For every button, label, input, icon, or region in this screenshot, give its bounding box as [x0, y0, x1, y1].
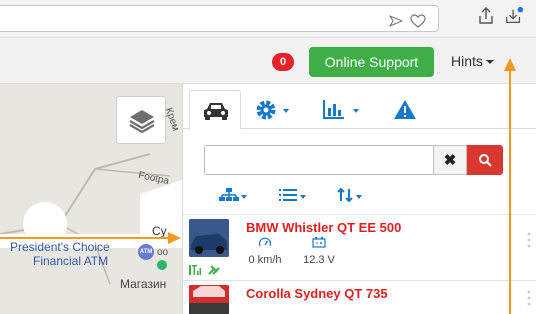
search-icon — [479, 154, 492, 167]
browser-toolbar — [0, 0, 536, 38]
bar-chart-icon — [323, 100, 344, 119]
clear-search-button[interactable]: ✖ — [434, 145, 467, 175]
download-icon[interactable] — [504, 5, 524, 27]
vehicle-list-item[interactable]: BMW Whistler QT EE 500 0 km/h 12.3 V — [183, 214, 536, 280]
poi-prefix: Cy — [152, 224, 167, 238]
speedometer-icon — [258, 237, 272, 247]
address-bar[interactable] — [0, 5, 439, 32]
layers-icon — [129, 110, 155, 134]
speed-stat: 0 km/h — [243, 235, 287, 266]
annotation-arrowhead-icon — [168, 232, 181, 244]
car-photo-icon — [189, 219, 229, 257]
tab-reports[interactable] — [323, 90, 367, 130]
app-header: 0 Online Support Hints — [0, 38, 536, 84]
chevron-down-icon — [300, 195, 306, 199]
map-view[interactable]: Footpa Крем Cy President's Choice Financ… — [0, 84, 182, 314]
vehicle-search-input[interactable] — [204, 145, 434, 175]
hints-dropdown[interactable]: Hints — [451, 53, 494, 69]
chevron-down-icon — [283, 109, 289, 113]
tab-alerts[interactable] — [393, 90, 423, 130]
online-support-button[interactable]: Online Support — [309, 47, 434, 77]
car-icon — [204, 103, 228, 120]
atm-marker[interactable]: ATM — [138, 244, 154, 260]
vehicle-name[interactable]: Corolla Sydney QT 735 — [246, 286, 388, 301]
chevron-down-icon — [485, 60, 494, 65]
annotation-arrow-line — [509, 70, 511, 314]
battery-icon — [312, 237, 326, 248]
signal-icon — [189, 265, 220, 275]
group-tool[interactable] — [219, 185, 247, 205]
layers-button[interactable] — [116, 96, 166, 144]
tab-settings[interactable] — [255, 90, 299, 130]
poi-cut-label: oo — [157, 247, 169, 258]
chevron-down-icon — [353, 109, 359, 113]
vehicle-list-item[interactable]: Corolla Sydney QT 735 — [183, 280, 536, 314]
hints-label: Hints — [451, 53, 483, 69]
voltage-stat: 12.3 V — [297, 235, 341, 266]
vehicle-name[interactable]: BMW Whistler QT EE 500 — [246, 220, 401, 235]
vehicle-speed: 0 km/h — [248, 254, 282, 266]
vehicle-thumbnail — [189, 219, 229, 257]
tab-vehicles[interactable] — [189, 90, 241, 130]
vehicle-panel: ✖ BMW Whistler QT EE 500 0 km/h 12.3 V C… — [182, 84, 536, 314]
poi-label-line1: President's Choice — [10, 240, 110, 254]
vehicle-thumbnail — [189, 285, 229, 314]
list-tool[interactable] — [279, 185, 307, 205]
chevron-down-icon — [241, 195, 247, 199]
search-button[interactable] — [467, 145, 503, 175]
send-icon[interactable] — [388, 14, 404, 28]
panel-tabs — [183, 84, 536, 130]
list-icon — [279, 189, 297, 201]
heart-icon[interactable] — [410, 14, 426, 28]
notification-badge[interactable]: 0 — [272, 53, 294, 71]
warning-icon — [394, 100, 416, 119]
gear-icon — [256, 100, 276, 120]
annotation-arrow-line — [0, 237, 172, 239]
map-pin-icon[interactable] — [157, 260, 167, 270]
sort-icon — [337, 188, 353, 202]
more-options-icon[interactable] — [527, 231, 531, 249]
sort-tool[interactable] — [337, 185, 365, 205]
annotation-arrowhead-icon — [504, 58, 516, 71]
share-icon[interactable] — [476, 5, 496, 27]
car-photo-icon — [189, 285, 229, 314]
sitemap-icon — [219, 188, 239, 201]
vehicle-voltage: 12.3 V — [303, 254, 335, 266]
poi-label-line2: Financial ATM — [33, 254, 109, 268]
store-label: Магазин — [120, 277, 167, 291]
chevron-down-icon — [356, 195, 362, 199]
more-options-icon[interactable] — [527, 289, 531, 307]
